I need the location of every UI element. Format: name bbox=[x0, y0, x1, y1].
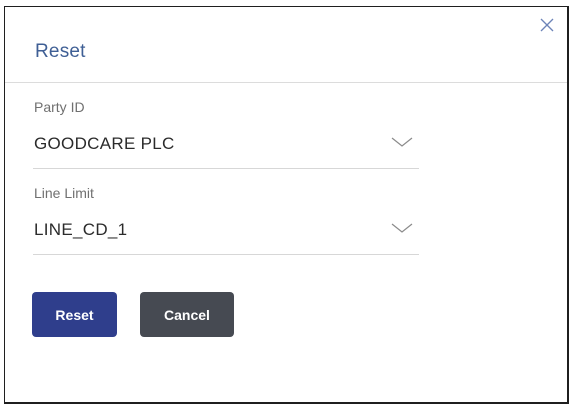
reset-button[interactable]: Reset bbox=[32, 292, 117, 337]
close-icon[interactable] bbox=[539, 17, 555, 33]
line-limit-value: LINE_CD_1 bbox=[34, 220, 128, 239]
chevron-down-icon[interactable] bbox=[391, 135, 413, 154]
cancel-button[interactable]: Cancel bbox=[140, 292, 234, 337]
party-id-value: GOODCARE PLC bbox=[34, 134, 175, 153]
party-id-label: Party ID bbox=[34, 99, 85, 115]
line-limit-select[interactable]: LINE_CD_1 bbox=[33, 218, 419, 255]
chevron-down-icon[interactable] bbox=[391, 221, 413, 240]
dialog-title: Reset bbox=[35, 41, 86, 62]
line-limit-label: Line Limit bbox=[34, 185, 94, 201]
line-limit-field: Line Limit LINE_CD_1 bbox=[33, 185, 419, 255]
dialog-header: Reset bbox=[5, 7, 567, 83]
reset-dialog: Reset Party ID GOODCARE PLC Line Limit L… bbox=[4, 6, 569, 404]
party-id-field: Party ID GOODCARE PLC bbox=[33, 99, 419, 169]
party-id-select[interactable]: GOODCARE PLC bbox=[33, 132, 419, 169]
